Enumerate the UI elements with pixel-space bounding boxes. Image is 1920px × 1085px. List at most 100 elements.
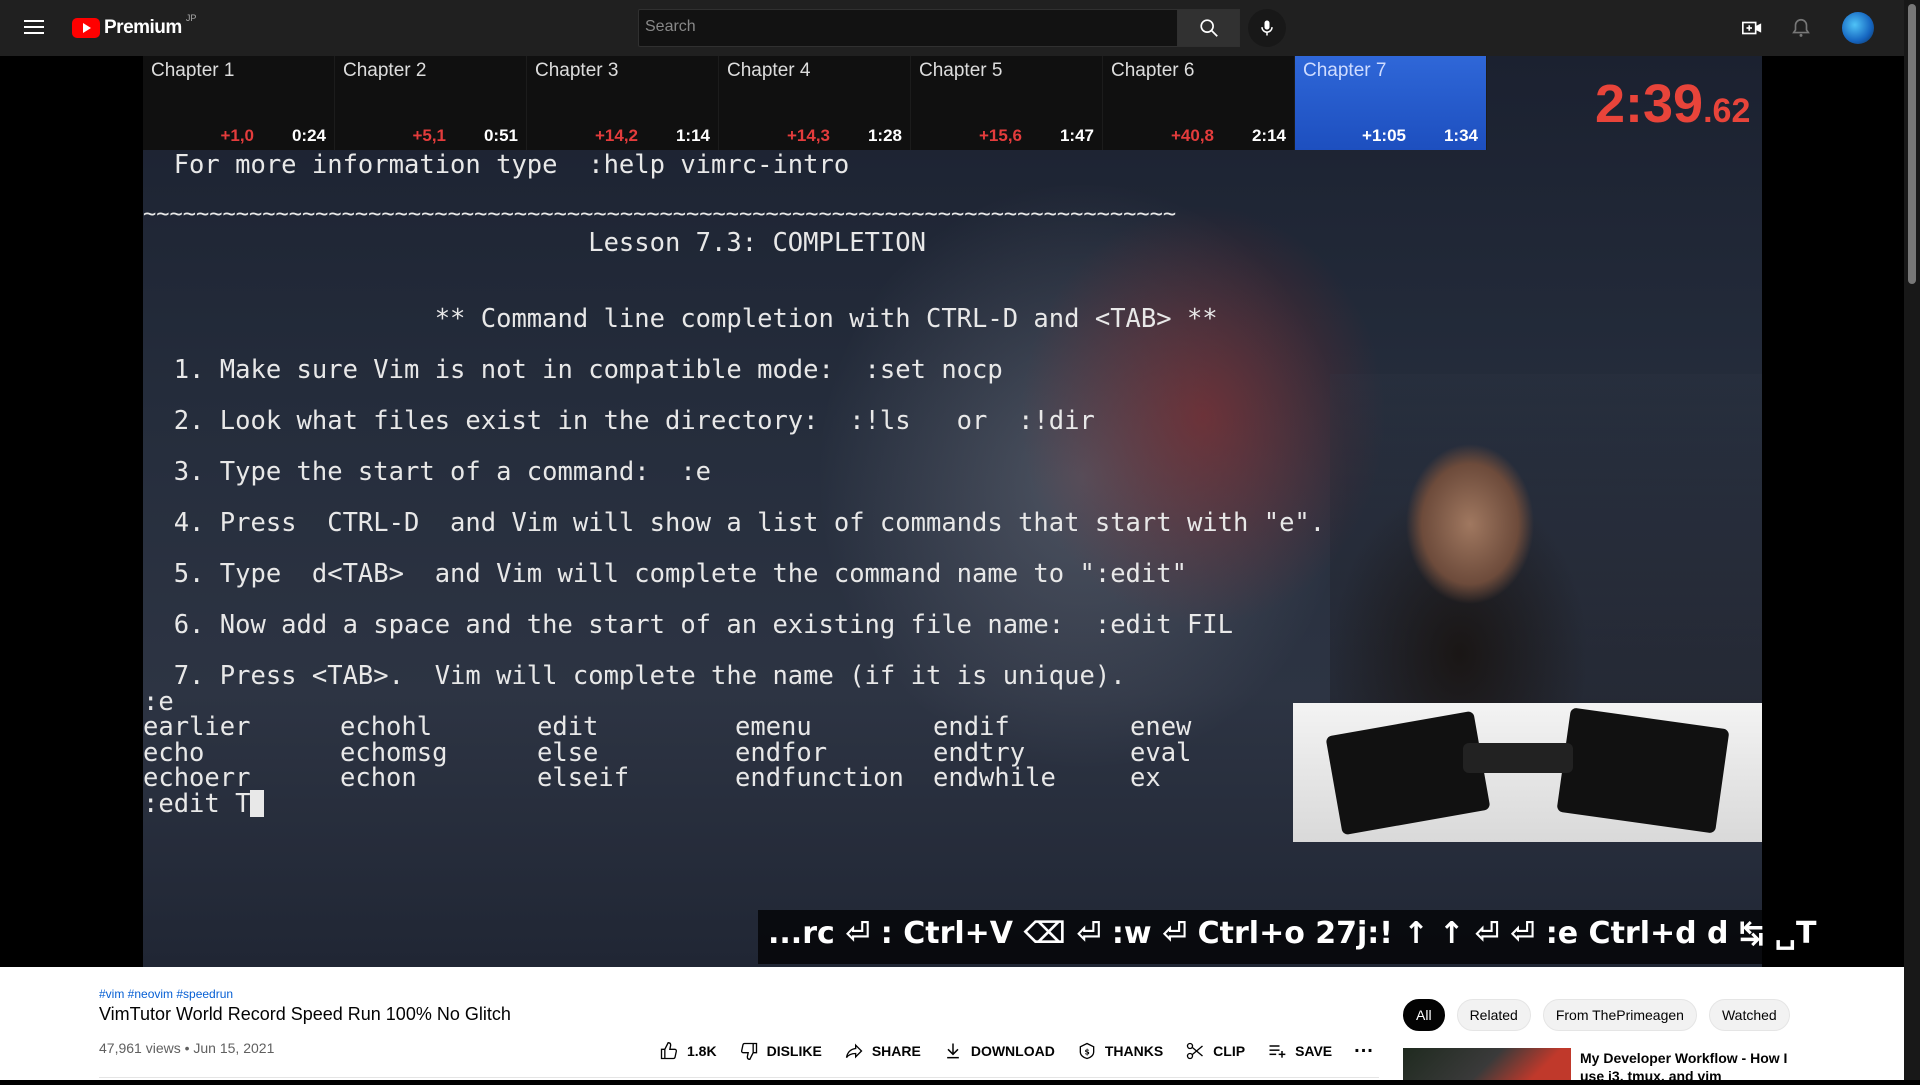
terminal-line: 5. Type d<TAB> and Vim will complete the… xyxy=(143,559,1187,589)
save-button[interactable]: SAVE xyxy=(1267,1041,1332,1061)
download-button[interactable]: DOWNLOAD xyxy=(943,1041,1055,1061)
playlist-add-icon xyxy=(1269,1044,1286,1058)
youtube-play-icon xyxy=(72,18,100,38)
webcam-overlay xyxy=(1330,374,1762,759)
search-icon xyxy=(1199,19,1218,37)
notifications-button[interactable] xyxy=(1789,16,1813,40)
page-scrollbar[interactable] xyxy=(1904,0,1920,1080)
terminal-line: ~~~~~~~~~~~~~~~~~~~~~~~~~~~~~~~~~~~~~~~~… xyxy=(143,202,1177,227)
split-time: 1:34 xyxy=(1443,126,1478,145)
chip-all[interactable]: All xyxy=(1403,999,1445,1031)
split-chapter: Chapter 5 +15,6 1:47 xyxy=(911,56,1103,150)
keyboard-left-half xyxy=(1325,710,1491,836)
video-title: VimTutor World Record Speed Run 100% No … xyxy=(99,1004,511,1024)
split-chapter: Chapter 2 +5,1 0:51 xyxy=(335,56,527,150)
terminal-line: 3. Type the start of a command: :e xyxy=(143,457,712,487)
search-button[interactable] xyxy=(1177,9,1240,47)
livesplit-splits: Chapter 1 +1,0 0:24 Chapter 2 +5,1 0:51 … xyxy=(143,56,1487,150)
split-name: Chapter 3 xyxy=(535,60,619,81)
completion-item: elseif xyxy=(537,763,630,793)
logo-region: JP xyxy=(185,13,197,23)
keyboard-center-bar xyxy=(1463,743,1573,773)
terminal-line: 4. Press CTRL-D and Vim will show a list… xyxy=(143,508,1326,538)
like-count: 1.8K xyxy=(687,1042,717,1059)
clip-button[interactable]: CLIP xyxy=(1185,1041,1245,1061)
create-video-button[interactable] xyxy=(1740,16,1764,40)
split-name: Chapter 2 xyxy=(343,60,427,81)
share-icon xyxy=(845,1043,863,1058)
split-time: 1:28 xyxy=(867,126,902,145)
scissors-icon xyxy=(1187,1042,1204,1059)
split-name: Chapter 4 xyxy=(727,60,811,81)
chip-related[interactable]: Related xyxy=(1456,999,1531,1031)
keystroke-overlay: ...rc ⏎ : Ctrl+V ⌫ ⏎ :w ⏎ Ctrl+o 27j:! ↑… xyxy=(758,910,1816,964)
run-timer: 2:39.62 xyxy=(1595,73,1750,135)
split-delta: +1:05 xyxy=(1362,126,1406,145)
timer-fraction: .62 xyxy=(1703,92,1751,130)
microphone-icon xyxy=(1261,20,1273,36)
menu-icon[interactable] xyxy=(22,16,46,40)
input-line: :edit T xyxy=(143,789,265,819)
split-time: 0:24 xyxy=(291,126,326,145)
voice-search-button[interactable] xyxy=(1248,9,1286,47)
recommendation-thumbnail[interactable] xyxy=(1403,1048,1571,1080)
save-label: SAVE xyxy=(1295,1042,1333,1059)
filter-chips: All Related From ThePrimeagen Watched xyxy=(1403,999,1802,1031)
thanks-icon: $ xyxy=(1079,1042,1095,1059)
text-cursor xyxy=(250,790,265,817)
split-name: Chapter 6 xyxy=(1111,60,1195,81)
thanks-button[interactable]: $ THANKS xyxy=(1077,1041,1163,1061)
dislike-button[interactable]: DISLIKE xyxy=(739,1041,822,1061)
views-date: 47,961 views • Jun 15, 2021 xyxy=(99,1040,275,1056)
thumbs-down-icon xyxy=(740,1042,757,1060)
split-chapter: Chapter 3 +14,2 1:14 xyxy=(527,56,719,150)
completion-item: ex xyxy=(1130,763,1161,793)
split-time: 0:51 xyxy=(483,126,518,145)
scroll-thumb[interactable] xyxy=(1908,4,1916,284)
create-video-icon xyxy=(1742,21,1762,35)
like-button[interactable]: 1.8K xyxy=(659,1041,717,1061)
dislike-label: DISLIKE xyxy=(766,1042,822,1059)
action-bar: 1.8K DISLIKE SHARE DOWNLOAD $ THANKS CLI… xyxy=(659,1035,1374,1062)
share-button[interactable]: SHARE xyxy=(844,1041,921,1061)
split-time: 2:14 xyxy=(1251,126,1286,145)
split-time: 1:14 xyxy=(675,126,710,145)
split-name: Chapter 7 xyxy=(1303,60,1387,81)
chip-watched[interactable]: Watched xyxy=(1708,999,1790,1031)
terminal-line: ** Command line completion with CTRL-D a… xyxy=(143,304,1218,334)
completion-item: endwhile xyxy=(933,763,1056,793)
avatar[interactable] xyxy=(1842,12,1874,44)
keyboard-right-half xyxy=(1556,707,1730,834)
split-delta: +40,8 xyxy=(1170,126,1214,145)
split-delta: +1,0 xyxy=(220,126,254,145)
download-icon xyxy=(946,1043,959,1058)
youtube-premium-logo[interactable]: Premium JP xyxy=(72,13,197,41)
input-line-text: :edit T xyxy=(143,789,251,819)
search-input[interactable]: Search xyxy=(638,9,1178,47)
split-chapter-active: Chapter 7 +1:05 1:34 xyxy=(1295,56,1487,150)
split-delta: +15,6 xyxy=(978,126,1022,145)
top-bar: Premium JP Search xyxy=(0,0,1904,56)
logo-text: Premium xyxy=(104,17,182,38)
video-player[interactable]: ​ Chapter 1 +1,0 0:24 Chapter 2 +5,1 0:5… xyxy=(0,56,1904,967)
divider xyxy=(99,1077,1379,1078)
svg-text:$: $ xyxy=(1084,1047,1089,1056)
keyboard-cam-overlay xyxy=(1293,703,1762,842)
split-name: Chapter 5 xyxy=(919,60,1003,81)
hashtags[interactable]: #vim #neovim #speedrun xyxy=(99,987,233,1001)
completion-item: echon xyxy=(340,763,417,793)
clip-label: CLIP xyxy=(1213,1042,1246,1059)
download-label: DOWNLOAD xyxy=(970,1042,1055,1059)
terminal-line: For more information type :help vimrc-in… xyxy=(143,150,850,180)
split-delta: +14,2 xyxy=(594,126,638,145)
more-actions-button[interactable]: ... xyxy=(1354,1035,1374,1058)
terminal-line: 6. Now add a space and the start of an e… xyxy=(143,610,1234,640)
video-info: #vim #neovim #speedrun VimTutor World Re… xyxy=(0,967,1904,1084)
chip-from-channel[interactable]: From ThePrimeagen xyxy=(1542,999,1697,1031)
terminal-line: 7. Press <TAB>. Vim will complete the na… xyxy=(143,661,1126,691)
split-name: Chapter 1 xyxy=(151,60,235,81)
split-delta: +5,1 xyxy=(412,126,446,145)
terminal-line: Lesson 7.3: COMPLETION xyxy=(143,228,926,258)
split-chapter: Chapter 4 +14,3 1:28 xyxy=(719,56,911,150)
split-chapter: Chapter 1 +1,0 0:24 xyxy=(143,56,335,150)
